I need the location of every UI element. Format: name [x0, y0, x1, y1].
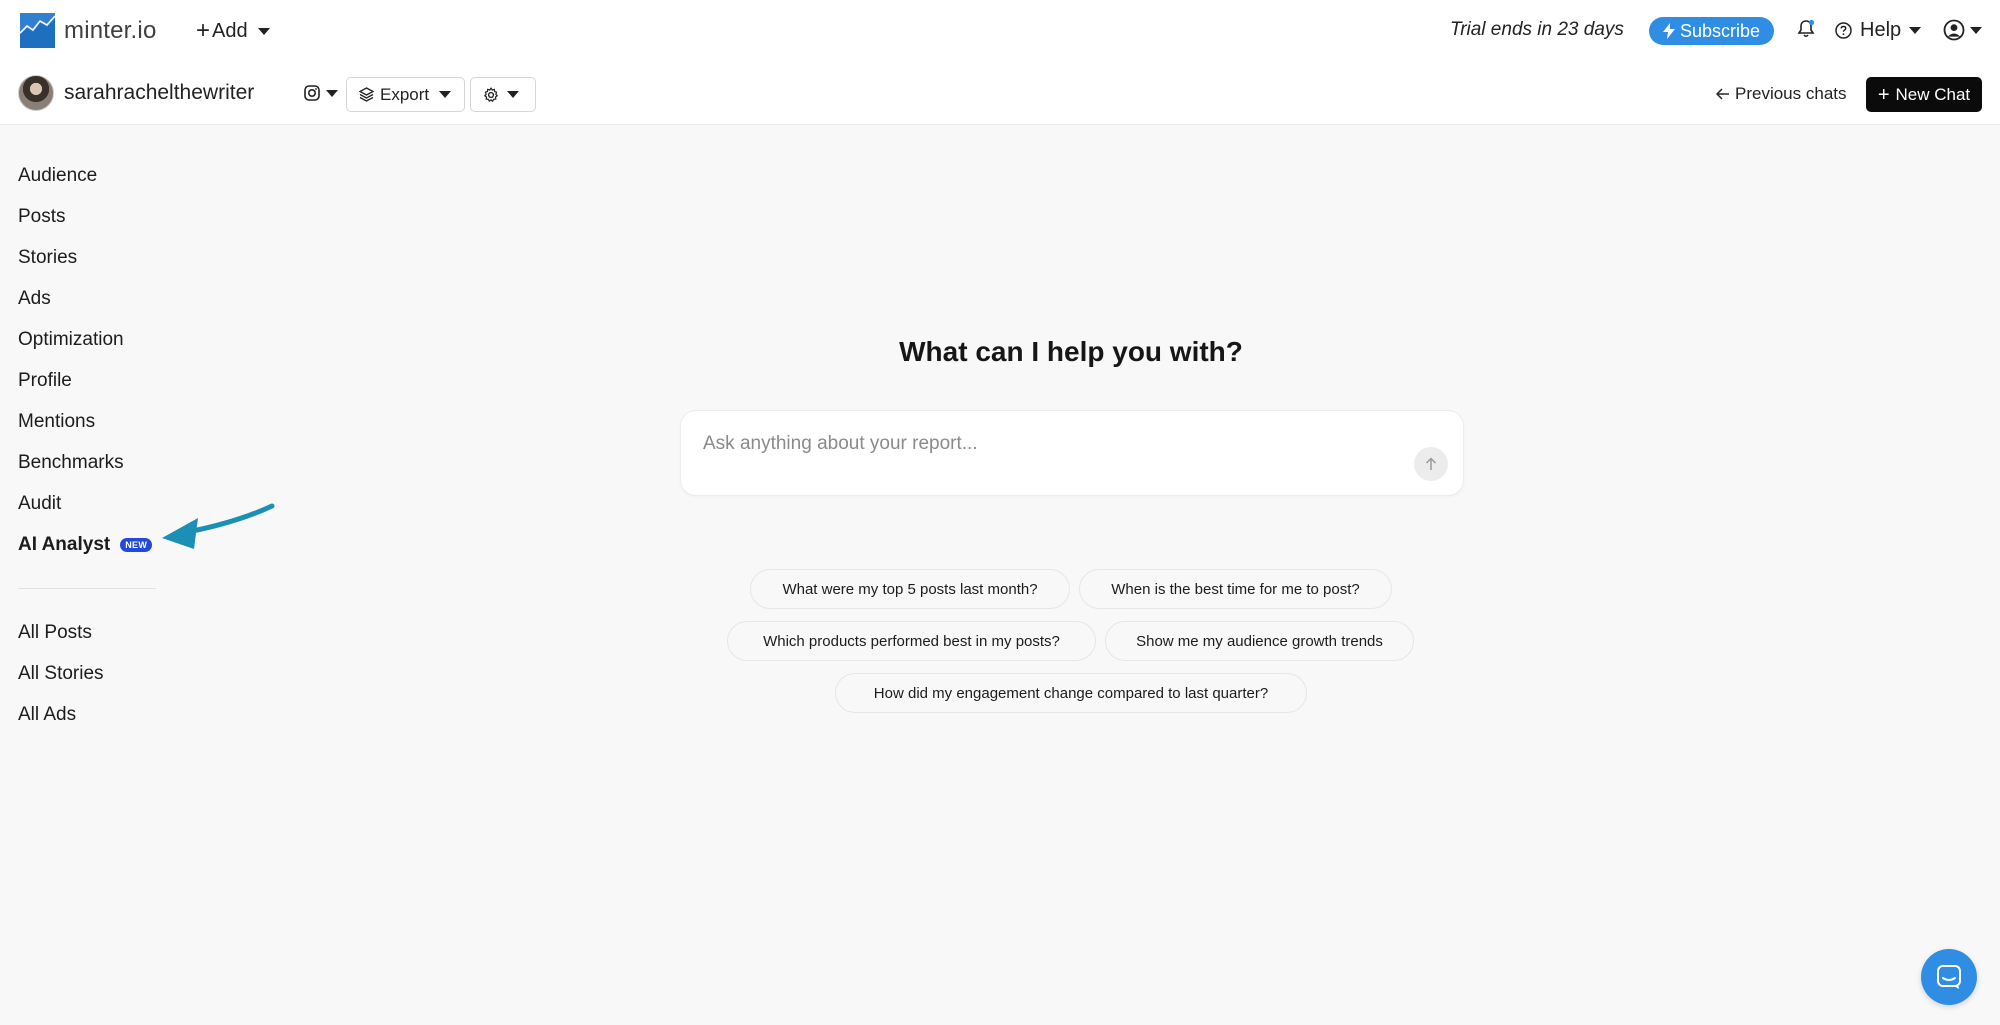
user-menu-button[interactable] — [1943, 19, 1982, 41]
prompt-box — [680, 410, 1464, 496]
sidebar-item-mentions[interactable]: Mentions — [18, 401, 278, 442]
sidebar-item-stories[interactable]: Stories — [18, 237, 278, 278]
export-label: Export — [380, 84, 430, 104]
page-title: What can I help you with? — [899, 336, 1243, 367]
sidebar-item-label: Audience — [18, 164, 98, 186]
suggestion-chip[interactable]: What were my top 5 posts last month? — [750, 569, 1070, 609]
prompt-input[interactable] — [703, 433, 1383, 455]
settings-button[interactable] — [470, 77, 536, 112]
new-chat-label: New Chat — [1895, 84, 1971, 104]
suggestion-chip[interactable]: How did my engagement change compared to… — [835, 673, 1307, 713]
chat-icon — [1937, 965, 1961, 989]
caret-down-icon — [1909, 27, 1922, 34]
bell-icon — [1797, 19, 1815, 38]
sidebar-item-all-posts[interactable]: All Posts — [18, 612, 278, 653]
sidebar-item-label: Ads — [18, 287, 51, 309]
plus-icon: + — [196, 17, 211, 44]
lightning-icon — [1662, 23, 1675, 39]
platform-selector[interactable] — [304, 85, 338, 101]
brand-name: minter.io — [64, 16, 157, 44]
support-chat-button[interactable] — [1921, 949, 1977, 1005]
sidebar-navigation: Audience Posts Stories Ads Optimization … — [18, 155, 278, 735]
user-circle-icon — [1943, 19, 1965, 41]
caret-down-icon — [439, 91, 452, 98]
add-label: Add — [212, 19, 248, 42]
chart-logo-icon — [20, 13, 55, 48]
help-label: Help — [1860, 19, 1902, 41]
notifications-button[interactable] — [1797, 19, 1815, 44]
sidebar-item-all-stories[interactable]: All Stories — [18, 653, 278, 694]
top-navigation-bar: minter.io + Add Trial ends in 23 days Su… — [0, 0, 2000, 63]
suggestion-chip[interactable]: Which products performed best in my post… — [727, 621, 1096, 661]
caret-down-icon — [1970, 26, 1982, 34]
sidebar-item-label: Stories — [18, 246, 78, 268]
trial-notice: Trial ends in 23 days — [1450, 19, 1624, 40]
previous-chats-link[interactable]: Previous chats — [1716, 84, 1847, 104]
subscribe-button[interactable]: Subscribe — [1649, 17, 1774, 45]
instagram-icon — [304, 85, 320, 101]
sidebar-item-label: Posts — [18, 205, 66, 227]
account-username: sarahrachelthewriter — [64, 81, 255, 104]
question-circle-icon — [1835, 22, 1852, 39]
help-dropdown-button[interactable]: Help — [1835, 19, 1922, 42]
send-button[interactable] — [1414, 447, 1448, 481]
sidebar-item-all-ads[interactable]: All Ads — [18, 694, 278, 735]
sidebar-item-label: Audit — [18, 492, 62, 514]
gear-icon — [483, 86, 499, 102]
plus-icon: + — [1877, 83, 1890, 106]
sidebar-divider — [18, 588, 156, 589]
sidebar-item-label: All Posts — [18, 621, 92, 643]
new-chat-button[interactable]: + New Chat — [1866, 77, 1982, 112]
sidebar-item-label: Profile — [18, 369, 72, 391]
sidebar-item-benchmarks[interactable]: Benchmarks — [18, 442, 278, 483]
suggestion-chip[interactable]: When is the best time for me to post? — [1079, 569, 1392, 609]
subscribe-label: Subscribe — [1679, 20, 1761, 41]
sidebar-item-audience[interactable]: Audience — [18, 155, 278, 196]
annotation-arrow-icon — [162, 503, 275, 549]
sidebar-item-label: AI Analyst — [18, 533, 111, 555]
avatar — [18, 75, 54, 111]
previous-chats-label: Previous chats — [1735, 84, 1847, 103]
arrow-left-icon — [1716, 88, 1729, 100]
export-button[interactable]: Export — [346, 77, 465, 112]
sidebar-item-label: All Ads — [18, 703, 77, 725]
add-dropdown-button[interactable]: + Add — [196, 16, 270, 46]
arrow-up-icon — [1425, 457, 1437, 470]
caret-down-icon — [507, 91, 519, 98]
brand-logo[interactable]: minter.io — [20, 13, 157, 48]
caret-down-icon — [326, 89, 338, 97]
sidebar-item-posts[interactable]: Posts — [18, 196, 278, 237]
sidebar-item-label: Benchmarks — [18, 451, 124, 473]
sidebar-item-label: All Stories — [18, 662, 104, 684]
sidebar-item-label: Mentions — [18, 410, 96, 432]
new-badge: NEW — [120, 537, 153, 552]
layers-icon — [359, 87, 374, 102]
sidebar-item-ads[interactable]: Ads — [18, 278, 278, 319]
caret-down-icon — [257, 27, 270, 35]
account-toolbar: sarahrachelthewriter Export Previous cha… — [0, 63, 2000, 125]
suggestion-chip[interactable]: Show me my audience growth trends — [1105, 621, 1414, 661]
